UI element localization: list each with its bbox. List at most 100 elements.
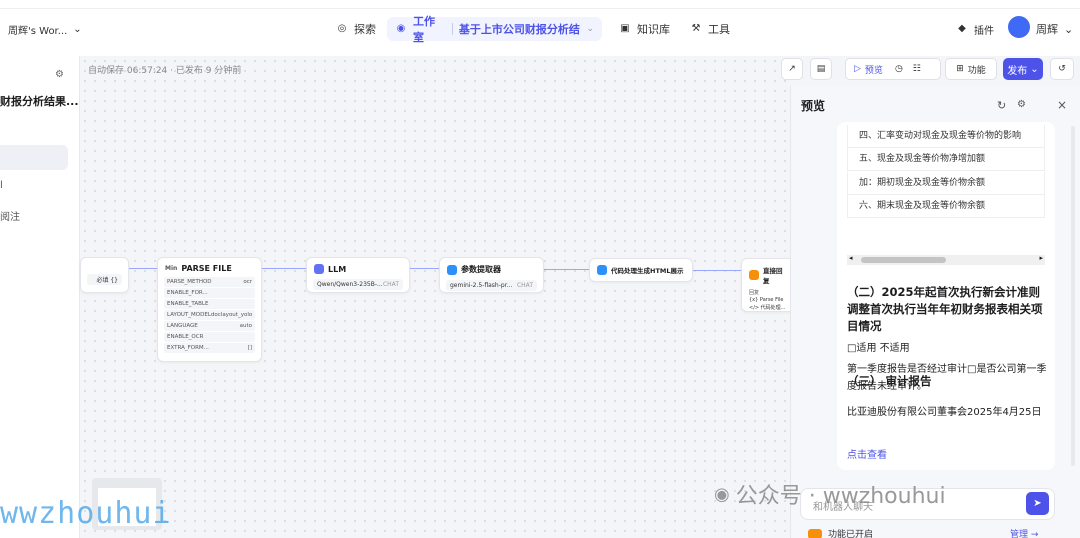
top-bar: 周辉's Wor... ⌄ ◎ 探索 ◉ 工作室 基于上市公司财报分析结... ⌄ … [0,0,1080,56]
wechat-icon: ◉ [714,483,730,505]
parameter-extractor-node[interactable]: 参数提取器 gemini-2.5-flash-pr... CHAT [439,257,544,293]
edge [544,269,589,270]
list-icon[interactable]: ☷ [913,64,921,74]
autosave-status: 自动保存 06:57:24 · 已发布 9 分钟前 [88,66,242,76]
param-row: LAYOUT_MODEL doclayout_yolo [164,310,255,320]
compass-icon: ◎ [337,23,347,34]
start-node[interactable]: 必填 {} [80,257,129,293]
wrench-icon: ⚒ [691,23,701,34]
nav-tools-label: 工具 [708,23,730,36]
edge [262,268,306,269]
refresh-icon[interactable]: ↻ [997,99,1006,112]
publish-button[interactable]: 发布 ⌄ [1003,58,1043,80]
send-button[interactable]: ➤ [1026,492,1049,515]
node-title: LLM [328,264,347,274]
publish-label: 发布 [1007,65,1028,77]
grid-icon: ⊞ [956,64,964,74]
left-item[interactable]: 阅注 [0,208,20,223]
feature-icon [808,528,822,538]
node-tag: Min [165,265,178,272]
model-chip: gemini-2.5-flash-pr... CHAT [446,280,537,291]
function-button[interactable]: ⊞ 功能 [945,58,997,80]
node-row: 必填 {} [87,274,122,285]
nav-knowledge-label: 知识库 [637,23,670,36]
param-row: ENABLE_TABLE [164,299,255,309]
edge [129,268,157,269]
robot-icon: ◉ [396,23,406,34]
nav-tools[interactable]: ⚒ 工具 [690,18,730,40]
close-icon[interactable]: × [1057,98,1067,112]
llm-node[interactable]: LLM Qwen/Qwen3-235B-... CHAT [306,257,410,293]
project-name[interactable]: 基于上市公司财报分析结... [459,21,581,37]
reply-var: </> 代码处理... [749,305,786,311]
paragraph: □适用 不适用 [847,343,910,354]
reply-node[interactable]: 直接回复 回复 {x} Parse File </> 代码处理... [741,258,795,312]
nav-studio[interactable]: ◉ 工作室 基于上市公司财报分析结... ⌄ [387,15,602,44]
book-icon: ▣ [620,23,630,34]
node-title: 参数提取器 [461,265,501,274]
left-panel: ⚙ 财报分析结果... l 阅注 [0,56,80,538]
section-heading: （二）2025年起首次执行新会计准则调整首次执行当年年初财务报表相关项目情况 [847,285,1043,333]
reply-icon [749,270,759,280]
nav-plugins[interactable]: ◆ 插件 [956,18,994,40]
debug-icon[interactable]: ◷ [895,64,903,74]
vertical-scrollbar[interactable] [1071,126,1075,466]
preview-panel: 预览 ↻ ⚙ × 四、汇率变动对现金及现金等价物的影响 五、现金及现金等价物净增… [790,86,1080,538]
table-row: 六、期末现金及现金等价物余额 [847,195,1045,218]
node-title: PARSE FILE [181,264,232,273]
avatar[interactable] [1008,16,1030,38]
cube-icon: ◆ [958,23,966,34]
llm-icon [314,264,324,274]
feature-status-label: 功能已开启 [828,530,874,538]
edge [693,270,742,271]
chevron-down-icon: ⌄ [73,24,82,35]
edge [410,268,439,269]
code-node[interactable]: 代码处理生成HTML展示 [589,258,693,282]
nav-knowledge[interactable]: ▣ 知识库 [619,18,670,40]
embed-icon[interactable]: ▤ [810,58,832,80]
node-title: 直接回复 [763,267,783,285]
param-row: PARSE_METHOD ocr [164,277,255,287]
param-row: LANGUAGE auto [164,321,255,331]
param-row: EXTRA_FORM...[] [164,343,255,353]
parse-file-node[interactable]: Min PARSE FILE PARSE_METHOD ocr ENABLE_FOR… [157,257,262,362]
node-title: 代码处理生成HTML展示 [611,267,684,275]
nav-explore[interactable]: ◎ 探索 [336,18,376,40]
preview-label: 预览 [864,65,883,76]
left-item[interactable]: l [0,180,3,191]
table-row: 加：期初现金及现金等价物余额 [847,172,1045,195]
feature-status: 功能已开启 [808,527,873,538]
settings-icon[interactable]: ⚙ [1017,99,1026,110]
watermark: wwzhouhui [0,496,172,531]
model-chip: Qwen/Qwen3-235B-... CHAT [313,279,403,290]
play-icon: ▷ [854,64,861,74]
reply-var: {x} Parse File [749,297,784,303]
view-link[interactable]: 点击查看 [847,446,887,461]
preview-button[interactable]: ▷ 预览 ◷ ☷ [845,58,941,80]
manage-link[interactable]: 管理 → [1010,527,1038,538]
app-title: 财报分析结果... [0,95,79,108]
workspace-switcher[interactable]: 周辉's Wor... ⌄ [8,22,82,37]
param-row: ENABLE_FOR... [164,288,255,298]
workspace-name: 周辉's Wor... [8,26,68,37]
chevron-down-icon: ⌄ [586,24,594,34]
extractor-icon [447,264,457,275]
settings-icon[interactable]: ⚙ [55,69,64,80]
function-label: 功能 [967,65,986,76]
left-item-selected[interactable] [0,145,68,170]
nav-plugins-label: 插件 [974,25,994,37]
divider [451,23,453,35]
chevron-down-icon: ⌄ [1064,22,1074,36]
horizontal-scrollbar[interactable]: ◂ ▸ [847,254,1045,265]
chevron-down-icon: ⌄ [1030,63,1039,75]
nav-explore-label: 探索 [354,23,376,36]
user-name: 周辉 [1036,23,1058,36]
paragraph: 比亚迪股份有限公司董事会2025年4月25日 [847,407,1042,418]
watermark-gzh: ◉ 公众号 · wwzhouhui [714,478,946,510]
table-row: 五、现金及现金等价物净增加额 [847,148,1045,171]
user-menu[interactable]: 周辉 ⌄ [1036,18,1073,40]
nav-studio-label: 工作室 [412,15,435,44]
share-icon[interactable]: ↗ [781,58,803,80]
history-icon[interactable]: ↺ [1050,58,1074,80]
param-row: ENABLE_OCR [164,332,255,342]
